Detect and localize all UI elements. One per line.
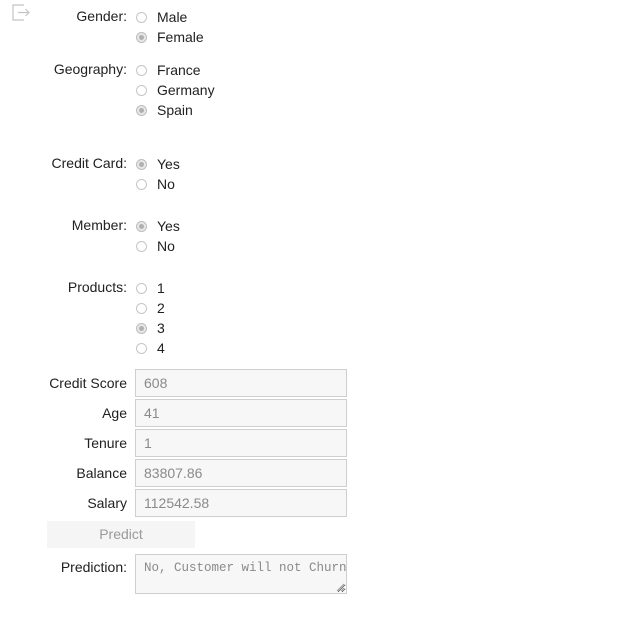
balance-label: Balance bbox=[76, 465, 127, 481]
products-option-label: 4 bbox=[157, 340, 165, 356]
tenure-label: Tenure bbox=[84, 435, 127, 451]
radio-button[interactable] bbox=[136, 282, 147, 294]
gender-option-male[interactable]: Male bbox=[136, 7, 187, 27]
predict-button[interactable]: Predict bbox=[47, 521, 195, 548]
credit-score-label: Credit Score bbox=[49, 375, 127, 391]
credit-card-option-yes[interactable]: Yes bbox=[136, 154, 180, 174]
credit-card-label: Credit Card: bbox=[51, 155, 127, 171]
gender-option-label: Male bbox=[157, 9, 188, 25]
prediction-label: Prediction: bbox=[60, 559, 127, 575]
gender-option-label: Female bbox=[157, 29, 204, 45]
products-option-label: 1 bbox=[157, 280, 165, 296]
credit-card-option-label: Yes bbox=[157, 156, 180, 172]
tenure-input[interactable] bbox=[135, 429, 347, 457]
geography-option-france[interactable]: France bbox=[136, 60, 201, 80]
member-option-label: Yes bbox=[157, 218, 180, 234]
radio-button[interactable] bbox=[136, 64, 147, 76]
balance-input[interactable] bbox=[135, 459, 347, 487]
radio-button[interactable] bbox=[136, 11, 147, 23]
products-option-2[interactable]: 2 bbox=[136, 298, 165, 318]
radio-button-selected[interactable] bbox=[136, 322, 147, 334]
radio-button[interactable] bbox=[136, 84, 147, 96]
geography-option-label: Germany bbox=[157, 82, 215, 98]
geography-label: Geography: bbox=[53, 61, 127, 77]
radio-button[interactable] bbox=[136, 302, 147, 314]
products-option-label: 3 bbox=[157, 320, 165, 336]
credit-card-option-no[interactable]: No bbox=[136, 174, 175, 194]
gender-label: Gender: bbox=[76, 8, 127, 24]
member-option-yes[interactable]: Yes bbox=[136, 216, 180, 236]
geography-option-label: France bbox=[157, 62, 201, 78]
radio-button-selected[interactable] bbox=[136, 104, 147, 116]
age-input[interactable] bbox=[135, 399, 347, 427]
geography-option-label: Spain bbox=[157, 102, 193, 118]
credit-score-input[interactable] bbox=[135, 369, 347, 397]
credit-card-option-label: No bbox=[157, 176, 175, 192]
radio-button-selected[interactable] bbox=[136, 158, 147, 170]
products-label: Products: bbox=[67, 279, 127, 295]
resize-grip-icon[interactable] bbox=[336, 583, 345, 592]
radio-button[interactable] bbox=[136, 178, 147, 190]
radio-button[interactable] bbox=[136, 342, 147, 354]
salary-label: Salary bbox=[87, 495, 127, 511]
geography-option-germany[interactable]: Germany bbox=[136, 80, 215, 100]
salary-input[interactable] bbox=[135, 489, 347, 517]
products-option-4[interactable]: 4 bbox=[136, 338, 165, 358]
gender-option-female[interactable]: Female bbox=[136, 27, 204, 47]
radio-button[interactable] bbox=[136, 240, 147, 252]
products-option-3[interactable]: 3 bbox=[136, 318, 165, 338]
member-option-no[interactable]: No bbox=[136, 236, 175, 256]
geography-option-spain[interactable]: Spain bbox=[136, 100, 193, 120]
member-option-label: No bbox=[157, 238, 175, 254]
products-option-label: 2 bbox=[157, 300, 165, 316]
products-option-1[interactable]: 1 bbox=[136, 278, 165, 298]
radio-button-selected[interactable] bbox=[136, 31, 147, 43]
prediction-output[interactable]: No, Customer will not Churn bbox=[135, 554, 347, 594]
radio-button-selected[interactable] bbox=[136, 220, 147, 232]
member-label: Member: bbox=[71, 217, 127, 233]
age-label: Age bbox=[102, 405, 127, 421]
